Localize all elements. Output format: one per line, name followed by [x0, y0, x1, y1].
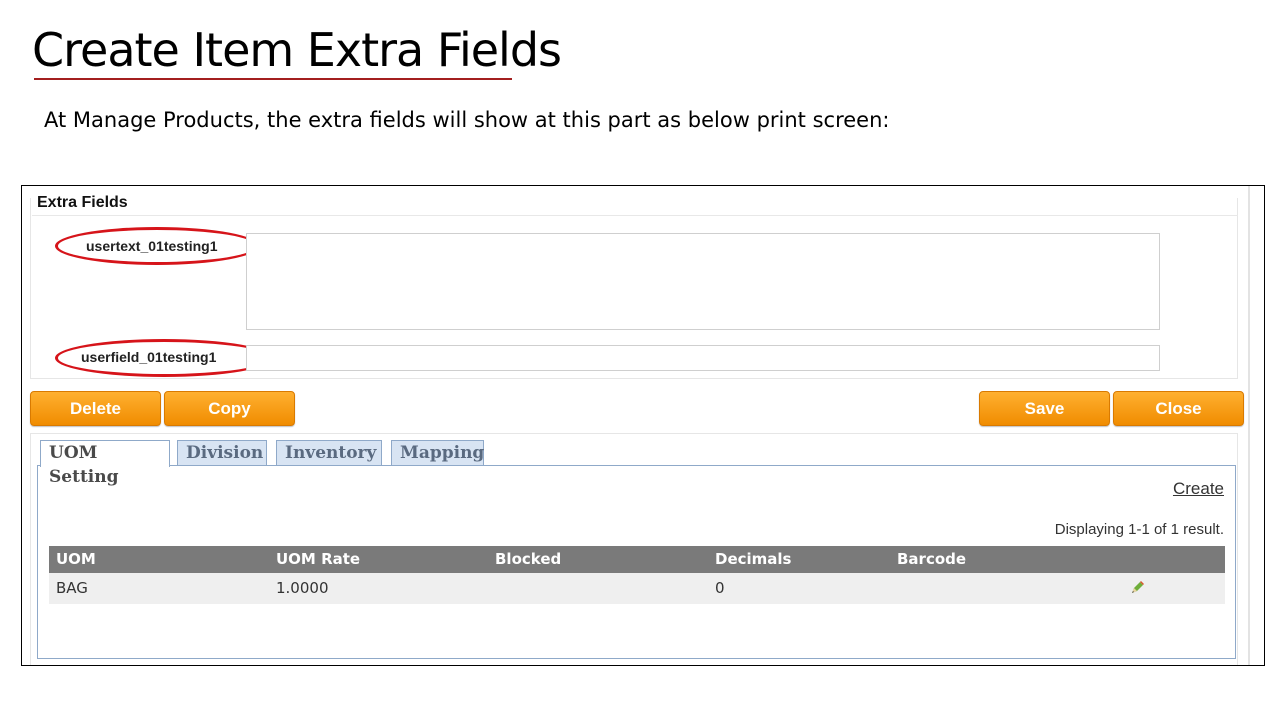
fieldset-divider — [32, 215, 1238, 216]
cell-uom: BAG — [56, 579, 88, 597]
create-link[interactable]: Create — [1173, 479, 1224, 499]
column-header-decimals[interactable]: Decimals — [715, 546, 791, 573]
column-header-barcode[interactable]: Barcode — [897, 546, 966, 573]
column-header-blocked[interactable]: Blocked — [495, 546, 561, 573]
uom-setting-panel: Create Displaying 1-1 of 1 result. UOM U… — [37, 465, 1236, 659]
screenshot-frame: Extra Fields usertext_01testing1 userfie… — [21, 185, 1265, 666]
result-summary: Displaying 1-1 of 1 result. — [1054, 521, 1224, 538]
column-header-uom-rate[interactable]: UOM Rate — [276, 546, 360, 573]
cell-uom-rate: 1.0000 — [276, 579, 329, 597]
cell-decimals: 0 — [715, 579, 725, 597]
tab-uom-setting[interactable]: UOM Setting — [40, 440, 170, 487]
copy-button[interactable]: Copy — [164, 391, 295, 426]
extra-fields-legend: Extra Fields — [37, 194, 128, 211]
grid-header: UOM UOM Rate Blocked Decimals Barcode — [49, 546, 1225, 573]
pencil-edit-icon — [1132, 581, 1144, 593]
close-button[interactable]: Close — [1113, 391, 1244, 426]
column-header-uom[interactable]: UOM — [56, 546, 96, 573]
edit-button[interactable] — [1129, 580, 1145, 599]
scrollbar-track[interactable] — [1248, 186, 1250, 665]
title-underline — [34, 78, 512, 80]
slide-subtitle: At Manage Products, the extra fields wil… — [44, 108, 890, 132]
usertext-textarea[interactable] — [246, 233, 1160, 330]
tab-inventory[interactable]: Inventory — [276, 440, 382, 465]
userfield-input[interactable] — [246, 345, 1160, 371]
uom-grid: UOM UOM Rate Blocked Decimals Barcode BA… — [49, 546, 1225, 604]
tab-division[interactable]: Division — [177, 440, 267, 465]
tab-mapping[interactable]: Mapping — [391, 440, 484, 465]
save-button[interactable]: Save — [979, 391, 1110, 426]
delete-button[interactable]: Delete — [30, 391, 161, 426]
highlight-ellipse — [55, 339, 273, 377]
table-row: BAG 1.0000 0 — [49, 573, 1225, 604]
highlight-ellipse — [55, 227, 259, 265]
slide-title: Create Item Extra Fields — [32, 23, 562, 77]
